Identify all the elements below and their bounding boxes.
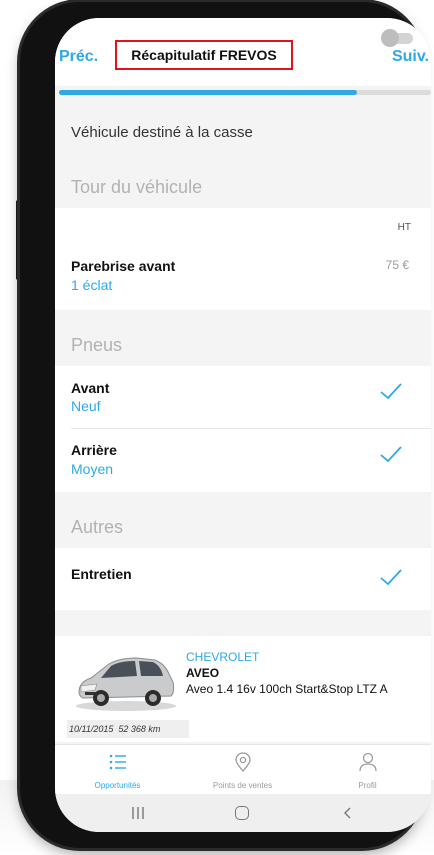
prev-button[interactable]: Préc. xyxy=(59,48,98,66)
item-price-parebrise: 75 € xyxy=(385,258,409,272)
tab-label-points-de-ventes: Points de ventes xyxy=(212,781,273,790)
section-header-pneus: Pneus xyxy=(55,322,431,366)
recent-apps-icon[interactable] xyxy=(131,806,145,820)
car-brand: CHEVROLET xyxy=(186,650,260,664)
check-icon-avant xyxy=(380,383,402,400)
tab-profil[interactable]: Profil xyxy=(305,745,430,795)
map-pin-icon xyxy=(234,752,251,772)
tab-label-profil: Profil xyxy=(358,781,377,790)
item-subtitle-avant: Neuf xyxy=(71,398,101,414)
tab-label-opportunites: Opportunités xyxy=(94,781,141,790)
navigation-bar: Préc. Récapitulatif FREVOS Suiv. xyxy=(55,18,431,86)
item-title-avant[interactable]: Avant xyxy=(71,380,109,396)
section-title-pneus: Pneus xyxy=(71,335,123,355)
system-navigation-bar xyxy=(55,794,431,832)
progress-bar xyxy=(59,90,431,95)
back-icon[interactable] xyxy=(341,806,355,820)
list-icon xyxy=(109,754,126,770)
section-title-tour: Tour du véhicule xyxy=(71,177,203,197)
user-icon xyxy=(358,752,377,772)
divider xyxy=(71,428,431,429)
price-header-row xyxy=(55,208,431,236)
tab-bar: Opportunités Points de ventes Profil xyxy=(55,744,431,795)
phone-frame: Préc. Récapitulatif FREVOS Suiv. Véhicul… xyxy=(20,2,431,848)
casse-row: Véhicule destiné à la casse xyxy=(55,112,431,152)
car-image xyxy=(76,657,176,711)
casse-label: Véhicule destiné à la casse xyxy=(71,124,253,141)
item-subtitle-parebrise: 1 éclat xyxy=(71,277,113,293)
car-model: AVEO xyxy=(186,666,220,680)
car-date: 10/11/2015 xyxy=(69,724,114,734)
price-header: HT xyxy=(397,222,411,233)
section-title-autres: Autres xyxy=(71,517,124,537)
tab-points-de-ventes[interactable]: Points de ventes xyxy=(180,745,305,795)
car-mileage: 52 368 km xyxy=(118,724,161,734)
item-title-entretien[interactable]: Entretien xyxy=(71,566,132,582)
item-subtitle-arriere: Moyen xyxy=(71,461,114,477)
phone-screen: Préc. Récapitulatif FREVOS Suiv. Véhicul… xyxy=(55,18,431,832)
car-meta: 10/11/2015 52 368 km xyxy=(67,720,189,738)
check-icon-arriere xyxy=(380,446,402,463)
car-version: Aveo 1.4 16v 100ch Start&Stop LTZ A xyxy=(186,682,388,696)
item-title-arriere[interactable]: Arrière xyxy=(71,442,117,458)
section-header-autres: Autres xyxy=(55,504,431,548)
casse-toggle-knob[interactable] xyxy=(381,29,399,47)
item-title-parebrise: Parebrise avant xyxy=(71,258,176,274)
section-header-tour: Tour du véhicule xyxy=(55,164,431,208)
page-title: Récapitulatif FREVOS xyxy=(115,40,293,70)
next-button[interactable]: Suiv. xyxy=(392,48,429,66)
check-icon-entretien xyxy=(380,569,402,586)
progress-fill xyxy=(59,90,357,95)
tab-opportunites[interactable]: Opportunités xyxy=(55,745,180,795)
home-icon[interactable] xyxy=(235,806,249,820)
